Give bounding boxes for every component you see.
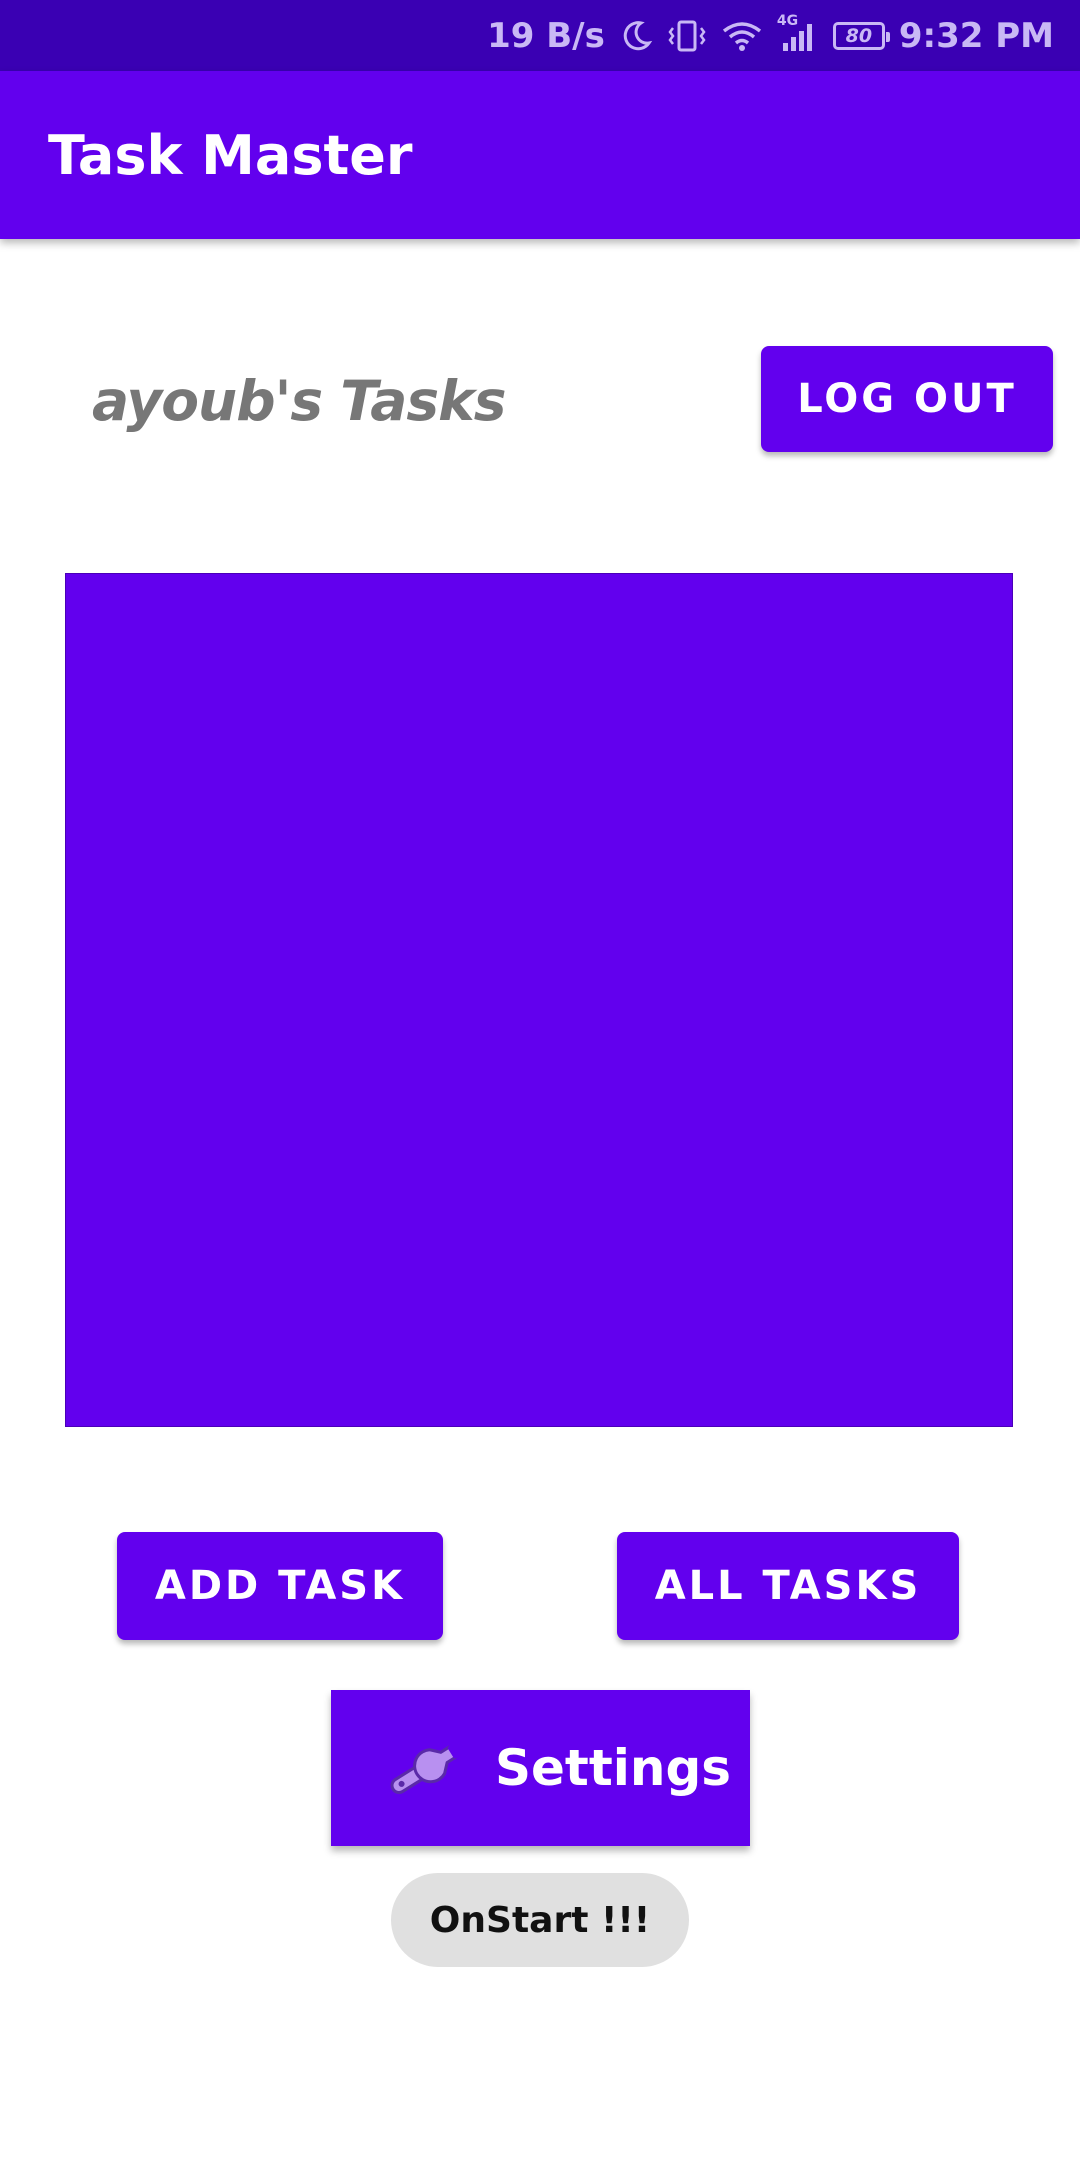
settings-button[interactable]: Settings: [331, 1690, 750, 1846]
toast-message: OnStart !!!: [391, 1873, 689, 1967]
app-bar: Task Master: [0, 71, 1080, 239]
battery-icon: 80: [832, 21, 890, 50]
wrench-icon: [390, 1740, 464, 1794]
network-type: 4G: [776, 12, 799, 29]
app-title: Task Master: [48, 124, 413, 187]
task-list-area: [65, 573, 1013, 1427]
vibrate-icon: [667, 19, 707, 53]
all-tasks-button[interactable]: ALL TASKS: [617, 1532, 959, 1640]
battery-level: 80: [832, 21, 890, 50]
logout-button[interactable]: LOG OUT: [761, 346, 1053, 452]
add-task-button[interactable]: ADD TASK: [117, 1532, 443, 1640]
user-tasks-title: ayoub's Tasks: [92, 369, 506, 433]
network-speed: 19 B/s: [487, 15, 605, 56]
wifi-icon: [721, 19, 763, 53]
moon-icon: [619, 19, 653, 53]
status-bar: 19 B/s 4G 80 9:32 PM: [0, 0, 1080, 71]
settings-label: Settings: [495, 1739, 732, 1797]
clock: 9:32 PM: [898, 15, 1054, 56]
signal-icon: 4G: [777, 13, 819, 53]
